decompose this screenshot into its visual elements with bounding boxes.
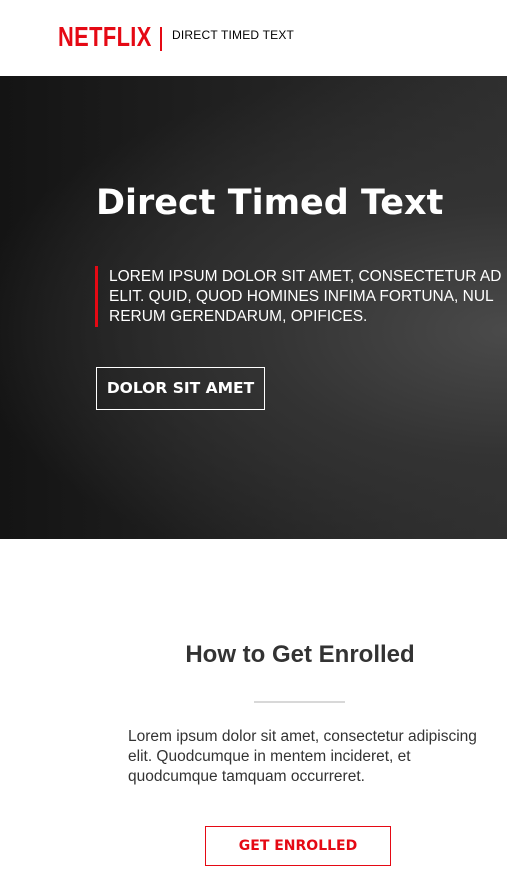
hero-accent-bar: [95, 266, 98, 327]
hero-title: Direct Timed Text: [96, 183, 444, 223]
get-enrolled-button[interactable]: GET ENROLLED: [205, 826, 391, 866]
header-divider: [160, 27, 162, 51]
hero-description: LOREM IPSUM DOLOR SIT AMET, CONSECTETUR …: [109, 268, 502, 325]
hero-cta-button[interactable]: DOLOR SIT AMET: [96, 367, 265, 410]
enroll-description: Lorem ipsum dolor sit amet, consectetur …: [128, 728, 477, 785]
enroll-title: How to Get Enrolled: [185, 641, 415, 668]
netflix-logo[interactable]: NETFLIX: [58, 22, 152, 52]
enroll-divider: [254, 701, 345, 703]
product-name: DIRECT TIMED TEXT: [172, 28, 295, 42]
site-header: NETFLIX DIRECT TIMED TEXT: [0, 0, 507, 76]
hero-banner: Direct Timed Text LOREM IPSUM DOLOR SIT …: [0, 76, 507, 539]
